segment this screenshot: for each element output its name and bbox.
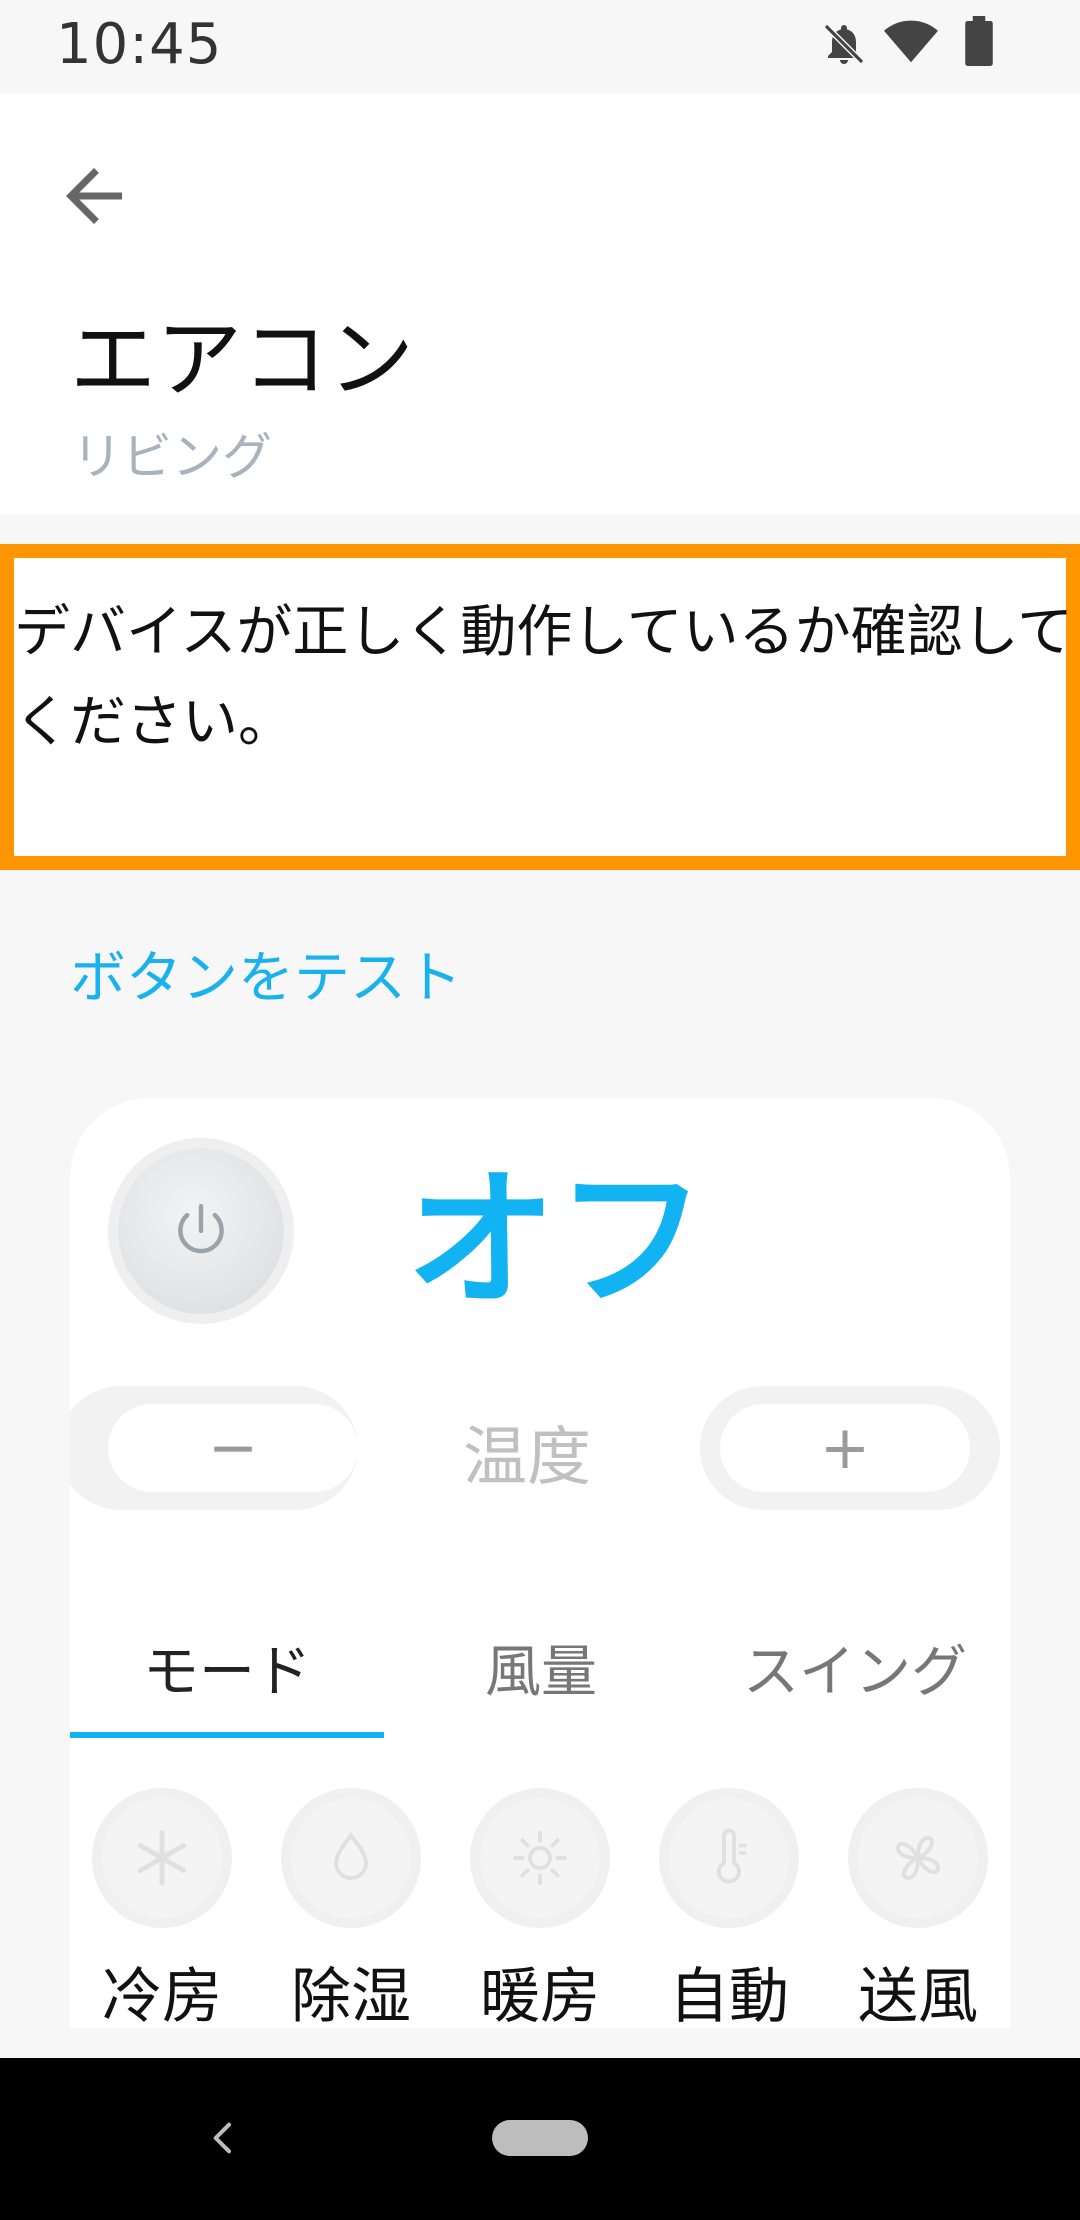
mode-cool-label: 冷房 xyxy=(102,1962,222,2028)
fan-icon xyxy=(895,1835,941,1881)
tab-mode[interactable]: モード xyxy=(70,1628,384,1738)
remote-card: オフ − 温度 + モード 風量 スイング 冷房 除湿 暖房 自動 送風 xyxy=(70,1098,1010,2028)
mode-auto-button[interactable] xyxy=(659,1788,799,1928)
power-icon xyxy=(178,1204,224,1254)
mode-heat-button[interactable] xyxy=(470,1788,610,1928)
mode-auto-label: 自動 xyxy=(669,1962,789,2028)
mode-dry-button[interactable] xyxy=(281,1788,421,1928)
temp-increase-button[interactable]: + xyxy=(700,1386,1000,1510)
temperature-label: 温度 xyxy=(463,1421,591,1495)
mode-fan[interactable]: 送風 xyxy=(848,1788,988,2028)
tab-fan-speed[interactable]: 風量 xyxy=(384,1628,698,1738)
minus-label: − xyxy=(108,1404,358,1492)
wifi-icon xyxy=(884,20,938,63)
mode-heat-label: 暖房 xyxy=(480,1962,600,2028)
instruction-banner: デバイスが正しく動作しているか確認してください。 xyxy=(0,544,1080,870)
power-button[interactable] xyxy=(118,1148,284,1314)
temperature-controls: − 温度 + xyxy=(70,1386,1000,1510)
mode-fan-button[interactable] xyxy=(848,1788,988,1928)
power-state: オフ xyxy=(406,1154,707,1328)
droplet-icon xyxy=(333,1832,369,1880)
system-navigation-bar xyxy=(0,2058,1080,2220)
mode-cool[interactable]: 冷房 xyxy=(92,1788,232,2028)
mode-heat[interactable]: 暖房 xyxy=(470,1788,610,2028)
temp-decrease-button[interactable]: − xyxy=(70,1386,358,1510)
sun-icon xyxy=(513,1831,567,1885)
thermometer-icon xyxy=(717,1828,747,1884)
mode-cool-button[interactable] xyxy=(92,1788,232,1928)
notifications-off-icon xyxy=(823,23,865,65)
nav-back-icon[interactable] xyxy=(204,2118,244,2158)
header: エアコン リビング xyxy=(0,94,1080,514)
remote-tabs: モード 風量 スイング xyxy=(70,1628,1010,1744)
mode-options: 冷房 除湿 暖房 自動 送風 xyxy=(70,1788,1010,2028)
tab-swing[interactable]: スイング xyxy=(698,1628,1010,1738)
battery-icon xyxy=(965,16,993,66)
plus-label: + xyxy=(720,1404,970,1492)
nav-home-pill[interactable] xyxy=(492,2120,588,2156)
snowflake-icon xyxy=(137,1830,187,1886)
instruction-text: デバイスが正しく動作しているか確認してください。 xyxy=(14,600,1073,755)
mode-fan-label: 送風 xyxy=(858,1962,978,2028)
page-title: エアコン xyxy=(70,310,414,410)
mode-auto[interactable]: 自動 xyxy=(659,1788,799,2028)
test-buttons-link[interactable]: ボタンをテスト xyxy=(70,933,462,1014)
status-time: 10:45 xyxy=(56,12,223,77)
mode-dry-label: 除湿 xyxy=(291,1962,411,2028)
room-subtitle: リビング xyxy=(72,428,272,486)
mode-dry[interactable]: 除湿 xyxy=(281,1788,421,2028)
status-bar: 10:45 xyxy=(0,0,1080,94)
back-arrow-icon[interactable] xyxy=(52,154,136,238)
